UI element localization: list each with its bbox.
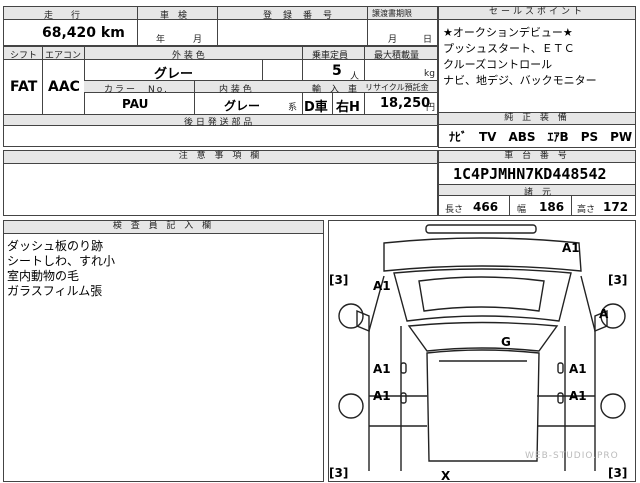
sales-points: セールスポイント ★オークションデビュー★ プッシュスタート、ＥＴＣ クルーズコ… — [438, 6, 636, 119]
sales-line-2: プッシュスタート、ＥＴＣ — [443, 42, 575, 55]
capacity-label: 乗車定員 — [312, 51, 349, 61]
mark-l-door2: A1 — [373, 389, 391, 403]
inspector-label: 検 査 員 記 入 欄 — [4, 221, 323, 234]
color-no-label: カラー No. — [104, 85, 169, 95]
length-value: 466 — [473, 200, 499, 214]
watermark: WEB-STUDIO.PRO — [525, 451, 619, 461]
exterior-label: 外 装 色 — [172, 51, 205, 61]
shift-label: シフト — [10, 51, 38, 61]
mark-tire-fl: [3] — [329, 273, 349, 287]
mark-l-door1: A1 — [373, 362, 391, 376]
import-value: D車 — [304, 100, 328, 115]
sales-line-3: クルーズコントロール — [443, 58, 553, 71]
car-diagram: A1 A1 A G A1 A1 A1 A1 [3] [3] [3] [3] X … — [328, 220, 636, 483]
shift-value: FAT — [10, 79, 38, 95]
mileage-unit: km — [100, 25, 125, 41]
notes-label: 注 意 事 項 欄 — [4, 151, 437, 164]
mark-r-door1: A1 — [569, 362, 587, 376]
shaken-label: 車 検 — [160, 11, 188, 21]
height-value: 172 — [603, 200, 629, 214]
recycle-unit: 円 — [426, 103, 436, 113]
mark-tire-fr: [3] — [608, 273, 628, 287]
mark-fl-a1: A1 — [373, 279, 391, 293]
mileage-number: 68,420 — [42, 25, 97, 41]
chassis-number: 1C4PJMHN7KD448542 — [453, 165, 607, 183]
sales-line-1: ★オークションデビュー★ — [443, 26, 573, 39]
mileage-value: 68,420 km — [42, 25, 125, 41]
recycle-label: リサイクル預託金 — [365, 83, 429, 92]
transfer-month: 月 — [388, 35, 398, 45]
length-label: 長さ — [445, 205, 464, 215]
later-docs-label: 後 日 発 送 部 品 — [184, 118, 253, 128]
ac-label: エアコン — [45, 51, 82, 61]
dims-label: 諸 元 — [524, 188, 552, 198]
load-unit: kg — [424, 69, 435, 79]
interior-value: グレー — [224, 99, 261, 113]
mark-front-g: G — [501, 335, 511, 349]
sales-line-4: ナビ、地デジ、バックモニター — [443, 74, 597, 87]
inspector-box: 検 査 員 記 入 欄 ダッシュ板のり跡 シートしわ、すれ小 室内動物の毛 ガラ… — [3, 220, 324, 482]
mark-fr-a: A — [599, 307, 609, 321]
notes-box: 注 意 事 項 欄 — [3, 150, 438, 216]
mark-tire-rl: [3] — [329, 466, 349, 480]
mark-rear-x: X — [441, 469, 451, 483]
car-outline-drawing — [338, 224, 626, 471]
handle-value: 右H — [336, 100, 360, 115]
equipment-label: 純 正 装 備 — [439, 113, 635, 125]
chassis-label: 車 台 番 号 — [439, 151, 635, 163]
inspector-line-4: ガラスフィルム張 — [7, 284, 103, 298]
mark-roof-a1: A1 — [562, 241, 580, 255]
mark-tire-rr: [3] — [608, 466, 628, 480]
specs-block: シフト エアコン 外 装 色 乗車定員 最大積載量 FAT AAC グレー 5 … — [3, 46, 438, 147]
load-label: 最大積載量 — [374, 51, 420, 61]
equipment: 純 正 装 備 ﾅﾋﾞ TV ABS ｴｱB PS PW — [438, 112, 636, 148]
top-row: 走 行 68,420 km 車 検 年 月 登 録 番 号 譲渡書期限 月 日 — [3, 6, 438, 46]
interior-suffix: 系 — [288, 103, 298, 113]
shaken-month: 月 — [193, 35, 203, 45]
color-no-value: PAU — [122, 97, 149, 111]
equipment-value: ﾅﾋﾞ TV ABS ｴｱB PS PW — [449, 130, 633, 144]
transfer-label: 譲渡書期限 — [372, 9, 412, 18]
sales-points-label: セールスポイント — [439, 7, 635, 20]
ac-value: AAC — [48, 79, 80, 95]
chassis-box: 車 台 番 号 1C4PJMHN7KD448542 諸 元 長さ 466 幅 1… — [438, 150, 636, 216]
transfer-day: 日 — [423, 35, 433, 45]
import-label: 輸 入 車 — [312, 85, 358, 95]
height-label: 高さ — [577, 205, 596, 215]
shaken-year: 年 — [156, 35, 166, 45]
capacity-value: 5 — [332, 63, 342, 79]
reg-label: 登 録 番 号 — [263, 11, 334, 21]
width-value: 186 — [539, 200, 565, 214]
recycle-value: 18,250 — [380, 96, 431, 111]
mark-r-door2: A1 — [569, 389, 587, 403]
width-label: 幅 — [517, 205, 527, 215]
mileage-label: 走 行 — [44, 11, 81, 21]
interior-label: 内 装 色 — [219, 85, 252, 95]
